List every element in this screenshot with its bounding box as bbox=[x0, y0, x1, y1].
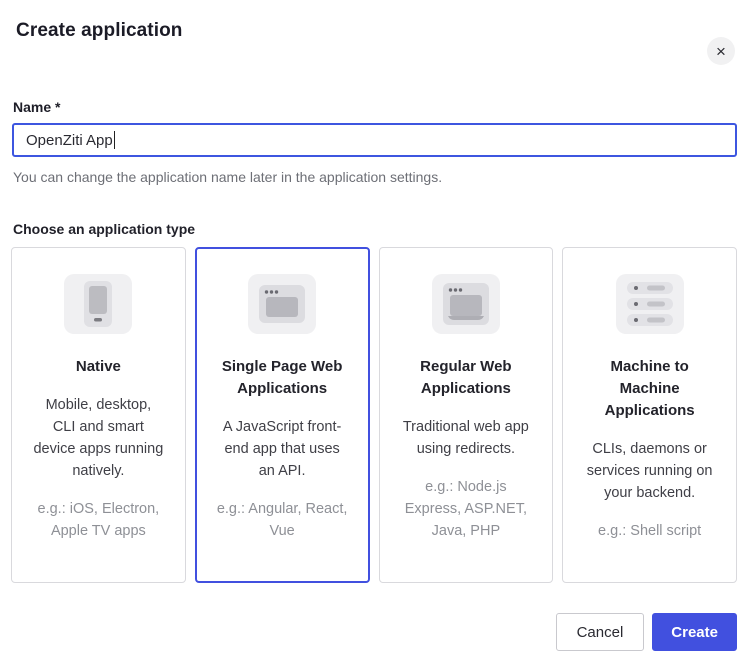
card-description: Mobile, desktop, CLI and smart device ap… bbox=[32, 394, 164, 482]
create-application-dialog: Create application × Name * OpenZiti App… bbox=[0, 20, 749, 670]
card-title: Single Page Web Applications bbox=[217, 356, 347, 400]
card-examples: e.g.: iOS, Electron, Apple TV apps bbox=[32, 498, 164, 542]
dialog-footer: Cancel Create bbox=[12, 613, 737, 651]
name-helper-text: You can change the application name late… bbox=[13, 169, 737, 185]
server-stack-icon bbox=[627, 282, 673, 326]
card-description: Traditional web app using redirects. bbox=[400, 416, 532, 460]
app-type-card-native[interactable]: Native Mobile, desktop, CLI and smart de… bbox=[11, 247, 186, 583]
name-input[interactable]: OpenZiti App bbox=[12, 123, 737, 157]
name-field-label: Name * bbox=[13, 99, 737, 115]
card-examples: e.g.: Angular, React, Vue bbox=[216, 498, 348, 542]
app-type-card-regular-web[interactable]: Regular Web Applications Traditional web… bbox=[379, 247, 554, 583]
card-examples: e.g.: Node.js Express, ASP.NET, Java, PH… bbox=[400, 476, 532, 542]
card-description: CLIs, daemons or services running on you… bbox=[584, 438, 716, 504]
application-type-cards: Native Mobile, desktop, CLI and smart de… bbox=[11, 247, 737, 583]
close-icon[interactable]: × bbox=[707, 37, 735, 65]
card-title: Regular Web Applications bbox=[401, 356, 531, 400]
app-type-card-spa[interactable]: Single Page Web Applications A JavaScrip… bbox=[195, 247, 370, 583]
web-server-window-icon bbox=[443, 283, 489, 325]
name-input-value: OpenZiti App bbox=[26, 132, 113, 149]
native-icon-box bbox=[64, 274, 132, 334]
spa-icon-box bbox=[248, 274, 316, 334]
card-description: A JavaScript front-end app that uses an … bbox=[216, 416, 348, 482]
mobile-phone-icon bbox=[84, 281, 112, 327]
text-caret bbox=[114, 131, 116, 149]
dialog-title: Create application bbox=[16, 20, 733, 42]
m2m-icon-box bbox=[616, 274, 684, 334]
browser-window-icon bbox=[259, 285, 305, 323]
regular-web-icon-box bbox=[432, 274, 500, 334]
cancel-button[interactable]: Cancel bbox=[556, 613, 645, 651]
create-button[interactable]: Create bbox=[652, 613, 737, 651]
application-type-label: Choose an application type bbox=[13, 221, 737, 237]
card-examples: e.g.: Shell script bbox=[584, 520, 716, 542]
app-type-card-m2m[interactable]: Machine to Machine Applications CLIs, da… bbox=[562, 247, 737, 583]
card-title: Native bbox=[33, 356, 163, 378]
card-title: Machine to Machine Applications bbox=[585, 356, 715, 422]
